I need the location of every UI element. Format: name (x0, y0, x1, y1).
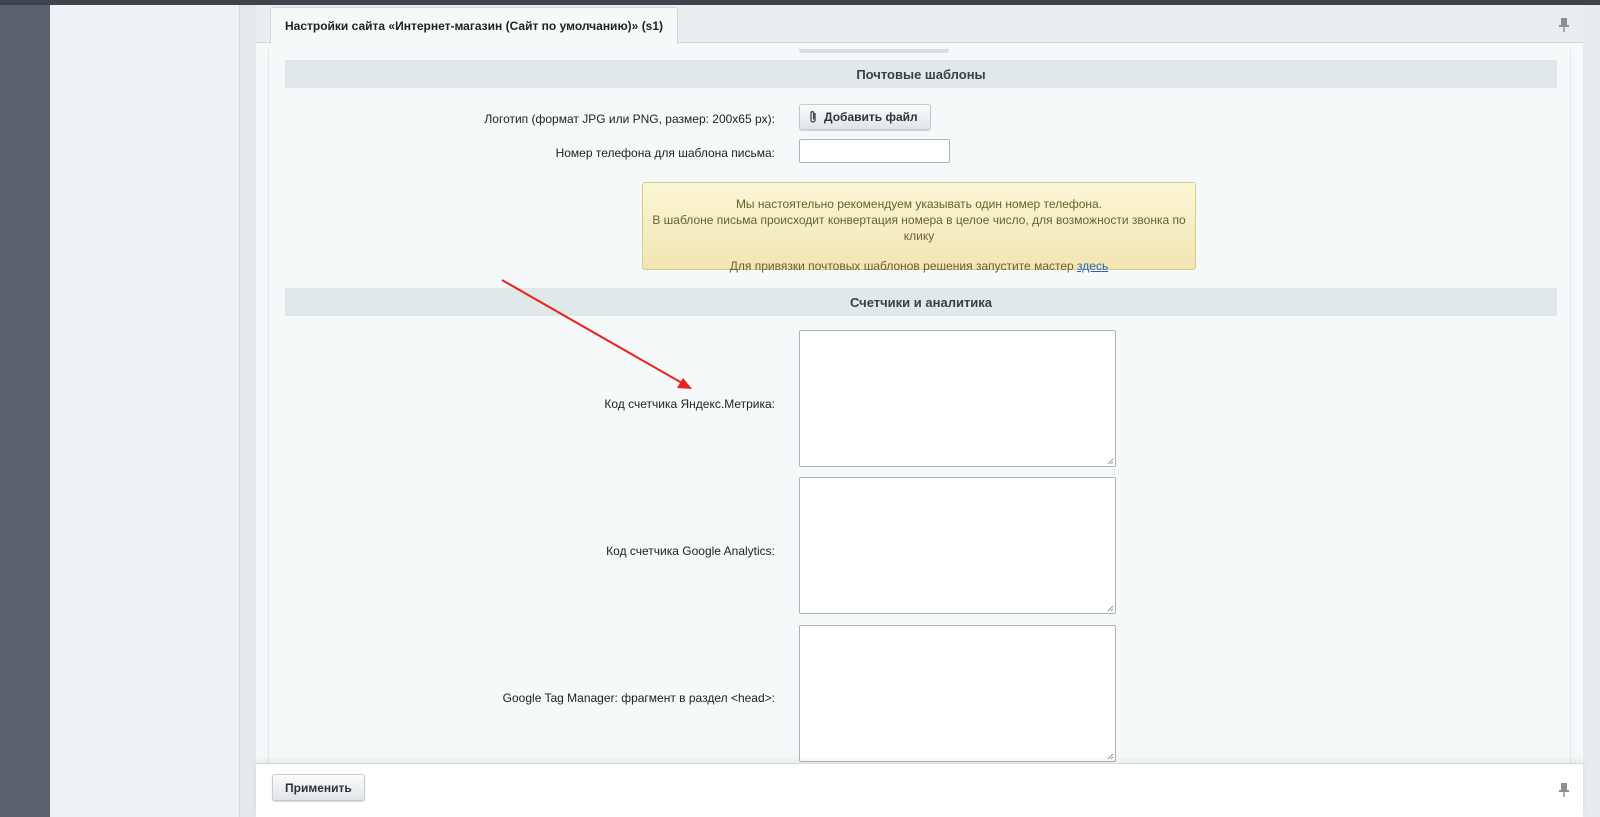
paperclip-icon (810, 111, 816, 123)
scrolled-button-edge (799, 49, 949, 53)
section-mail-templates: Почтовые шаблоны (285, 60, 1557, 88)
resize-grip-icon[interactable] (1106, 752, 1114, 760)
yandex-metrika-textarea[interactable] (799, 330, 1116, 467)
form-footer: Применить (256, 763, 1583, 817)
wizard-link[interactable]: здесь (1077, 259, 1108, 273)
google-analytics-textarea[interactable] (799, 477, 1116, 614)
section-counters-analytics: Счетчики и аналитика (285, 288, 1557, 316)
tab-site-settings[interactable]: Настройки сайта «Интернет-магазин (Сайт … (270, 7, 679, 44)
content-gutter (240, 5, 256, 817)
yandex-metrika-label: Код счетчика Яндекс.Метрика: (604, 397, 775, 411)
logo-label: Логотип (формат JPG или PNG, размер: 200… (484, 112, 775, 126)
resize-grip-icon[interactable] (1106, 457, 1114, 465)
admin-side-panel (50, 5, 240, 817)
right-gutter (1583, 5, 1600, 817)
tab-bar: Настройки сайта «Интернет-магазин (Сайт … (256, 5, 1583, 44)
phone-input[interactable] (799, 139, 950, 163)
settings-form: Почтовые шаблоны Логотип (формат JPG или… (268, 49, 1571, 777)
notice-line-1: Мы настоятельно рекомендуем указывать од… (735, 197, 1103, 211)
pin-icon[interactable] (1557, 17, 1571, 33)
notice-line-3: Для привязки почтовых шаблонов решения з… (643, 258, 1195, 274)
add-file-label: Добавить файл (824, 110, 918, 124)
add-file-button[interactable]: Добавить файл (799, 104, 931, 130)
phone-label: Номер телефона для шаблона письма: (555, 146, 775, 160)
notice-line-3-text: Для привязки почтовых шаблонов решения з… (729, 259, 1078, 273)
settings-content: Настройки сайта «Интернет-магазин (Сайт … (256, 5, 1583, 817)
pin-icon[interactable] (1557, 782, 1571, 798)
google-analytics-label: Код счетчика Google Analytics: (606, 544, 775, 558)
notice-line-2: В шаблоне письма происходит конвертация … (652, 213, 1186, 243)
admin-menu-strip (0, 5, 50, 817)
apply-button[interactable]: Применить (272, 774, 365, 801)
resize-grip-icon[interactable] (1106, 604, 1114, 612)
phone-notice: Мы настоятельно рекомендуем указывать од… (642, 182, 1196, 273)
gtm-head-label: Google Tag Manager: фрагмент в раздел <h… (502, 691, 775, 705)
gtm-head-textarea[interactable] (799, 625, 1116, 762)
